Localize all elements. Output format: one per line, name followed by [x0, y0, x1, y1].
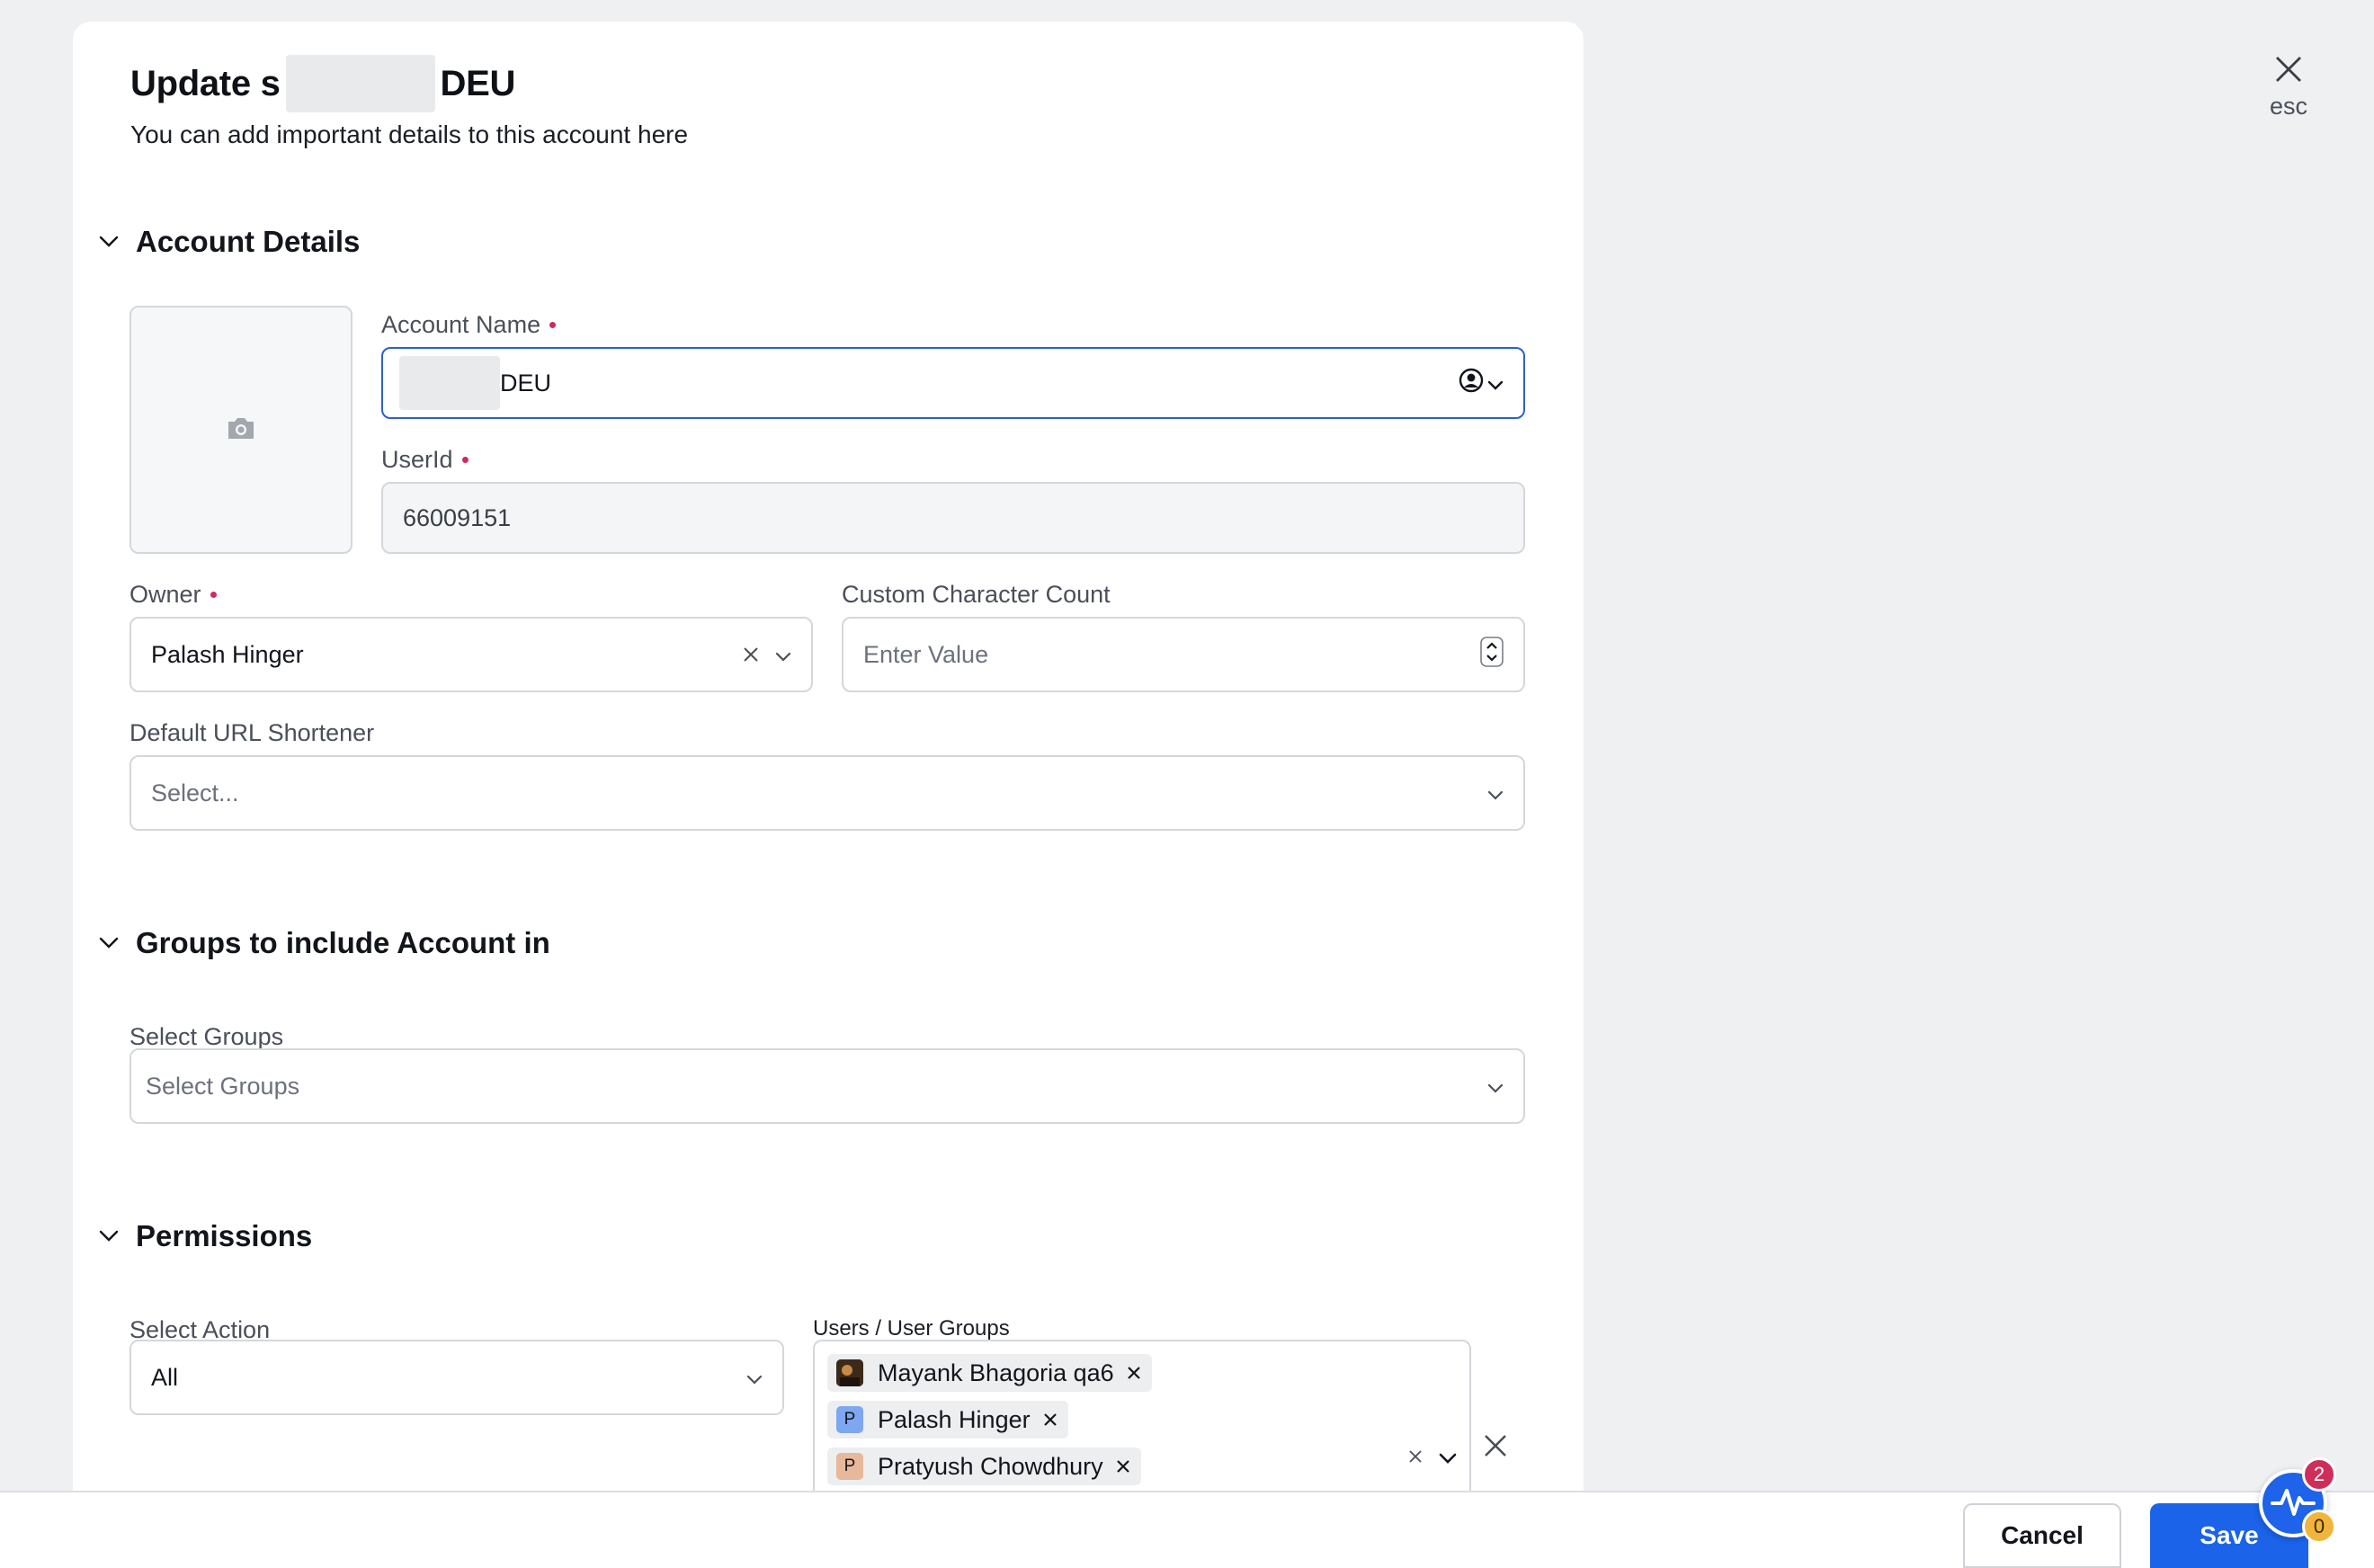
remove-permission-icon[interactable]: [1483, 1433, 1508, 1463]
update-account-panel: Update s DEU You can add important detai…: [73, 22, 1584, 1568]
clear-icon[interactable]: [1408, 1442, 1423, 1470]
redacted-block: [285, 55, 435, 112]
user-chip-label: Palash Hinger: [878, 1405, 1031, 1433]
page-subtitle: You can add important details to this ac…: [130, 120, 689, 148]
number-stepper-icon[interactable]: [1480, 636, 1504, 673]
userid-label: UserId: [381, 446, 469, 474]
remove-chip-icon[interactable]: [1116, 1459, 1130, 1474]
user-chip: P Palash Hinger: [827, 1401, 1068, 1439]
chevron-down-icon: [1487, 370, 1504, 397]
userid-field: 66009151: [381, 482, 1525, 554]
select-groups-select[interactable]: Select Groups: [129, 1048, 1525, 1124]
select-action-select[interactable]: All: [129, 1340, 784, 1415]
default-url-shortener-placeholder: Select...: [151, 779, 239, 806]
users-user-groups-label: Users / User Groups: [813, 1316, 1010, 1341]
user-chip: Mayank Bhagoria qa6: [827, 1354, 1152, 1392]
avatar: P: [836, 1453, 863, 1480]
default-url-shortener-select[interactable]: Select...: [129, 755, 1525, 831]
user-chip: P Pratyush Chowdhury: [827, 1448, 1141, 1485]
account-name-input[interactable]: DEU: [381, 347, 1525, 419]
title-prefix: Update s: [130, 63, 281, 103]
user-circle-icon: [1459, 368, 1484, 399]
default-url-shortener-label-text: Default URL Shortener: [129, 719, 375, 746]
camera-icon: [226, 415, 256, 445]
chevron-down-icon[interactable]: [775, 641, 791, 669]
section-title: Account Details: [136, 225, 361, 258]
custom-character-count-label-text: Custom Character Count: [842, 581, 1111, 608]
select-groups-label: Select Groups: [129, 1023, 283, 1051]
owner-label: Owner: [129, 581, 217, 609]
userid-label-text: UserId: [381, 446, 453, 473]
section-title: Groups to include Account in: [136, 926, 550, 959]
account-name-label: Account Name: [381, 311, 557, 339]
chevron-down-icon: [1487, 780, 1504, 807]
remove-chip-icon[interactable]: [1043, 1412, 1058, 1427]
required-dot: [461, 457, 469, 463]
chevron-down-icon: [1487, 1073, 1504, 1100]
account-name-label-text: Account Name: [381, 311, 541, 338]
page-title: Update s DEU: [130, 54, 515, 113]
select-action-value: All: [151, 1363, 179, 1391]
default-url-shortener-label: Default URL Shortener: [129, 719, 374, 747]
custom-character-count-label: Custom Character Count: [842, 581, 1111, 609]
section-account-details[interactable]: Account Details: [94, 225, 360, 259]
selected-users-list: Mayank Bhagoria qa6 P Palash Hinger P Pr…: [827, 1354, 1408, 1494]
users-multiselect[interactable]: Mayank Bhagoria qa6 P Palash Hinger P Pr…: [813, 1340, 1471, 1510]
notification-badge-yellow: 0: [2302, 1510, 2336, 1544]
account-name-value: DEU: [500, 369, 552, 396]
notification-badge-red: 2: [2302, 1457, 2336, 1492]
chevron-down-icon: [94, 1222, 123, 1251]
owner-label-text: Owner: [129, 581, 201, 608]
section-title: Permissions: [136, 1219, 313, 1252]
close-button[interactable]: esc: [2248, 54, 2329, 120]
chevron-down-icon: [94, 227, 123, 256]
section-groups[interactable]: Groups to include Account in: [94, 926, 550, 960]
clear-icon[interactable]: [743, 641, 759, 669]
section-permissions[interactable]: Permissions: [94, 1219, 312, 1253]
avatar: P: [836, 1406, 863, 1433]
select-groups-placeholder: Select Groups: [146, 1072, 300, 1100]
account-name-suffix[interactable]: [1459, 368, 1504, 399]
avatar: [836, 1359, 863, 1386]
userid-value: 66009151: [403, 503, 512, 531]
multiselect-controls: [1408, 1442, 1457, 1470]
owner-select[interactable]: Palash Hinger: [129, 617, 813, 692]
custom-character-count-placeholder: Enter Value: [863, 640, 989, 668]
close-icon: [2273, 57, 2304, 88]
select-groups-label-text: Select Groups: [129, 1023, 284, 1050]
chevron-down-icon: [94, 929, 123, 958]
user-chip-label: Pratyush Chowdhury: [878, 1452, 1103, 1480]
chevron-down-icon: [746, 1364, 763, 1392]
title-suffix: DEU: [440, 63, 516, 103]
photo-upload[interactable]: [129, 306, 353, 554]
users-user-groups-label-text: Users / User Groups: [813, 1316, 1010, 1341]
remove-chip-icon[interactable]: [1127, 1366, 1141, 1380]
required-dot: [549, 322, 557, 328]
cancel-button[interactable]: Cancel: [1963, 1503, 2121, 1568]
user-chip-label: Mayank Bhagoria qa6: [878, 1359, 1114, 1386]
chevron-down-icon[interactable]: [1439, 1442, 1457, 1470]
required-dot: [210, 592, 217, 598]
redacted-block: [399, 356, 500, 410]
custom-character-count-input[interactable]: Enter Value: [842, 617, 1525, 692]
owner-value: Palash Hinger: [151, 640, 304, 668]
esc-hint: esc: [2269, 93, 2308, 120]
